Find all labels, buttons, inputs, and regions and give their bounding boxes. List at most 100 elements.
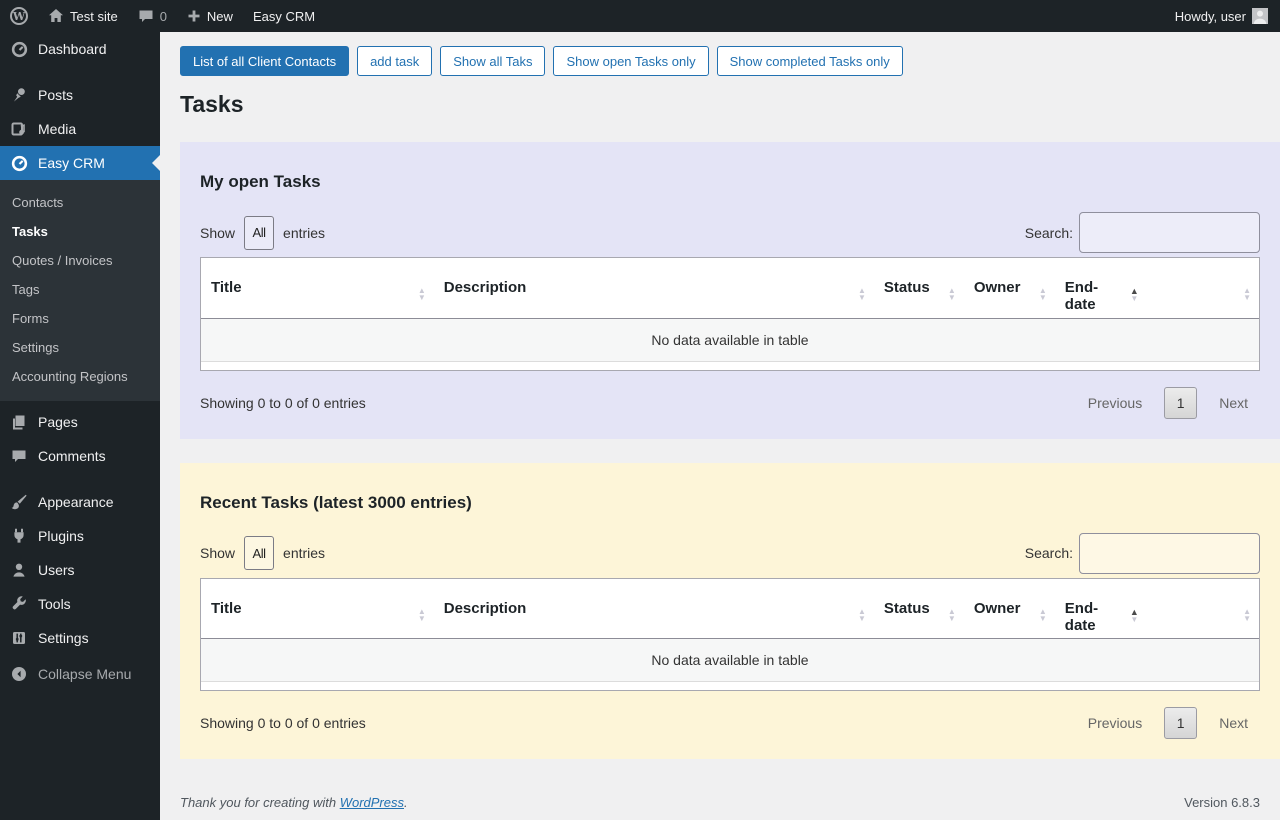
gauge-icon bbox=[10, 155, 28, 172]
column-header-end-date[interactable]: End-date ▲▼ bbox=[1055, 579, 1147, 639]
gauge-icon bbox=[10, 41, 28, 58]
admin-sidebar: Dashboard Posts Media Easy CRM Contacts … bbox=[0, 32, 160, 820]
plug-icon bbox=[10, 528, 28, 544]
new-label: New bbox=[207, 9, 233, 24]
table-info-text: Showing 0 to 0 of 0 entries bbox=[200, 715, 366, 731]
sliders-icon bbox=[10, 630, 28, 646]
sidebar-item-appearance[interactable]: Appearance bbox=[0, 485, 160, 519]
plus-icon bbox=[187, 9, 201, 23]
panel-title: My open Tasks bbox=[200, 172, 1260, 192]
previous-page-button[interactable]: Previous bbox=[1076, 389, 1154, 417]
sort-icon: ▲▼ bbox=[418, 287, 426, 301]
column-header-actions[interactable]: ▲▼ bbox=[1147, 579, 1259, 639]
show-label: Show bbox=[200, 545, 235, 561]
sidebar-item-settings[interactable]: Settings bbox=[0, 621, 160, 655]
current-page-button[interactable]: 1 bbox=[1164, 387, 1197, 419]
wordpress-link[interactable]: WordPress bbox=[340, 795, 404, 810]
submenu-item-forms[interactable]: Forms bbox=[0, 304, 160, 333]
new-content-menu[interactable]: New bbox=[177, 0, 243, 32]
sort-icon: ▲▼ bbox=[948, 608, 956, 622]
tasks-toolbar: List of all Client Contacts add task Sho… bbox=[180, 46, 1280, 76]
admin-footer: Thank you for creating with WordPress. V… bbox=[180, 795, 1280, 810]
my-account-menu[interactable]: Howdy, user bbox=[1165, 0, 1268, 32]
column-header-description[interactable]: Description ▲▼ bbox=[434, 258, 874, 318]
site-link[interactable]: Test site bbox=[38, 0, 128, 32]
pages-icon bbox=[10, 414, 28, 430]
show-label: Show bbox=[200, 225, 235, 241]
collapse-menu-button[interactable]: Collapse Menu bbox=[0, 657, 160, 691]
column-header-actions[interactable]: ▲▼ bbox=[1147, 258, 1259, 318]
wp-logo-menu[interactable]: W bbox=[0, 0, 38, 32]
column-header-title[interactable]: Title ▲▼ bbox=[201, 258, 434, 318]
submenu-item-accounting-regions[interactable]: Accounting Regions bbox=[0, 362, 160, 391]
empty-table-row: No data available in table bbox=[201, 318, 1259, 361]
sidebar-item-tools[interactable]: Tools bbox=[0, 587, 160, 621]
column-header-description[interactable]: Description ▲▼ bbox=[434, 579, 874, 639]
sort-icon: ▲▼ bbox=[1243, 287, 1251, 301]
submenu-item-quotes-invoices[interactable]: Quotes / Invoices bbox=[0, 246, 160, 275]
search-label: Search: bbox=[1025, 545, 1073, 561]
add-task-button[interactable]: add task bbox=[357, 46, 432, 76]
sort-asc-icon: ▲▼ bbox=[1130, 287, 1139, 302]
recent-tasks-panel: Recent Tasks (latest 3000 entries) Show … bbox=[180, 463, 1280, 760]
empty-table-message: No data available in table bbox=[201, 639, 1259, 682]
pagination: Previous 1 Next bbox=[1076, 707, 1260, 739]
search-input[interactable] bbox=[1079, 533, 1260, 574]
submenu-item-contacts[interactable]: Contacts bbox=[0, 188, 160, 217]
admin-bar: W Test site 0 New Easy CRM Howdy, user bbox=[0, 0, 1280, 32]
collapse-arrow-icon bbox=[10, 666, 28, 682]
search-input[interactable] bbox=[1079, 212, 1260, 253]
next-page-button[interactable]: Next bbox=[1207, 709, 1260, 737]
sidebar-item-posts[interactable]: Posts bbox=[0, 78, 160, 112]
pushpin-icon bbox=[10, 87, 28, 103]
next-page-button[interactable]: Next bbox=[1207, 389, 1260, 417]
submenu-item-tags[interactable]: Tags bbox=[0, 275, 160, 304]
comment-bubble-icon bbox=[138, 9, 154, 24]
entries-length-select[interactable]: All bbox=[244, 536, 274, 570]
sidebar-item-users[interactable]: Users bbox=[0, 553, 160, 587]
show-completed-tasks-button[interactable]: Show completed Tasks only bbox=[717, 46, 903, 76]
sidebar-item-easy-crm[interactable]: Easy CRM bbox=[0, 146, 160, 180]
pagination: Previous 1 Next bbox=[1076, 387, 1260, 419]
column-header-owner[interactable]: Owner ▲▼ bbox=[964, 579, 1055, 639]
show-open-tasks-button[interactable]: Show open Tasks only bbox=[553, 46, 708, 76]
comment-icon bbox=[10, 449, 28, 464]
easy-crm-toolbar-link[interactable]: Easy CRM bbox=[243, 0, 325, 32]
comments-shortcut[interactable]: 0 bbox=[128, 0, 177, 32]
current-page-button[interactable]: 1 bbox=[1164, 707, 1197, 739]
entries-length-control: Show All entries bbox=[200, 536, 325, 570]
sidebar-item-dashboard[interactable]: Dashboard bbox=[0, 32, 160, 66]
column-header-end-date[interactable]: End-date ▲▼ bbox=[1055, 258, 1147, 318]
sidebar-item-comments[interactable]: Comments bbox=[0, 439, 160, 473]
table-search-control: Search: bbox=[1025, 212, 1260, 253]
sort-icon: ▲▼ bbox=[1039, 608, 1047, 622]
entries-length-select[interactable]: All bbox=[244, 216, 274, 250]
footer-version-text: Version 6.8.3 bbox=[1184, 795, 1260, 810]
sort-icon: ▲▼ bbox=[858, 608, 866, 622]
sort-icon: ▲▼ bbox=[418, 608, 426, 622]
list-all-client-contacts-button[interactable]: List of all Client Contacts bbox=[180, 46, 349, 76]
show-all-tasks-button[interactable]: Show all Taks bbox=[440, 46, 545, 76]
sidebar-item-plugins[interactable]: Plugins bbox=[0, 519, 160, 553]
brush-icon bbox=[10, 494, 28, 510]
page-title: Tasks bbox=[180, 91, 1280, 118]
media-icon bbox=[10, 121, 28, 137]
wordpress-logo-icon: W bbox=[10, 7, 28, 25]
sidebar-item-media[interactable]: Media bbox=[0, 112, 160, 146]
column-header-status[interactable]: Status ▲▼ bbox=[874, 258, 964, 318]
panel-title: Recent Tasks (latest 3000 entries) bbox=[200, 493, 1260, 513]
sort-icon: ▲▼ bbox=[948, 287, 956, 301]
site-name: Test site bbox=[70, 9, 118, 24]
easy-crm-submenu: Contacts Tasks Quotes / Invoices Tags Fo… bbox=[0, 180, 160, 401]
sidebar-item-pages[interactable]: Pages bbox=[0, 405, 160, 439]
submenu-item-settings[interactable]: Settings bbox=[0, 333, 160, 362]
my-open-tasks-panel: My open Tasks Show All entries Search: bbox=[180, 142, 1280, 439]
column-header-owner[interactable]: Owner ▲▼ bbox=[964, 258, 1055, 318]
column-header-status[interactable]: Status ▲▼ bbox=[874, 579, 964, 639]
previous-page-button[interactable]: Previous bbox=[1076, 709, 1154, 737]
search-label: Search: bbox=[1025, 225, 1073, 241]
column-header-title[interactable]: Title ▲▼ bbox=[201, 579, 434, 639]
submenu-item-tasks[interactable]: Tasks bbox=[0, 217, 160, 246]
main-content: List of all Client Contacts add task Sho… bbox=[160, 32, 1280, 820]
footer-thanks-text: Thank you for creating with WordPress. bbox=[180, 795, 408, 810]
